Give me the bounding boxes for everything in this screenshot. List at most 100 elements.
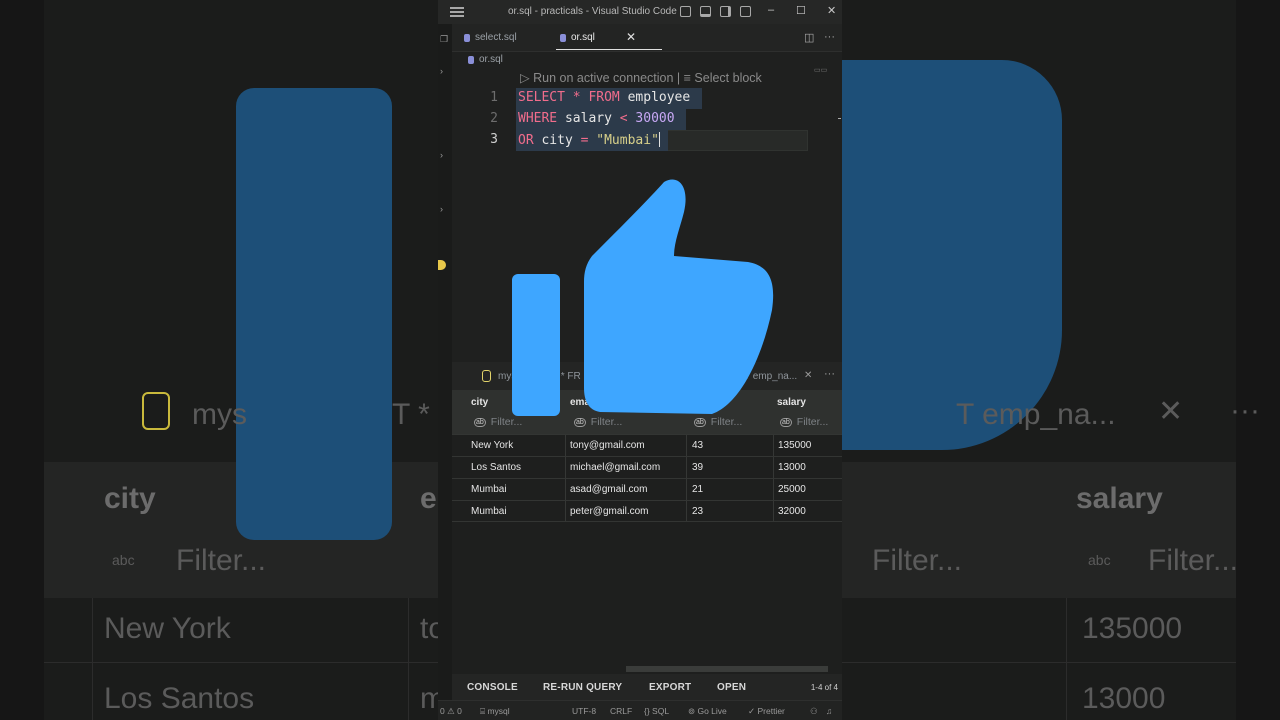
activity-icon[interactable]: › <box>440 66 446 76</box>
filter-salary[interactable]: ab Filter... <box>780 416 828 428</box>
bg-row1-city: New York <box>104 612 231 645</box>
breadcrumb[interactable]: or.sql <box>468 54 503 65</box>
text-type-icon: ab <box>574 417 586 427</box>
activity-icon[interactable]: › <box>440 204 446 214</box>
console-button[interactable]: CONSOLE <box>467 682 518 693</box>
cell-age: 43 <box>692 440 704 451</box>
editor-tabs: select.sql or.sql ✕ ◫ ··· <box>452 24 842 52</box>
bg-tab-left: mys <box>192 398 247 431</box>
table-row[interactable]: Mumbai asad@gmail.com 21 25000 <box>452 478 842 500</box>
cell-email: asad@gmail.com <box>570 484 648 495</box>
cell-city: Los Santos <box>471 462 522 473</box>
tab-label: select.sql <box>475 32 517 43</box>
table-row[interactable]: Mumbai peter@gmail.com 23 32000 <box>452 500 842 522</box>
cell-age: 39 <box>692 462 704 473</box>
window-title: or.sql - practicals - Visual Studio Code <box>508 6 677 17</box>
code-text: OR city = "Mumbai" <box>518 132 660 148</box>
close-results-icon[interactable]: ✕ <box>804 370 812 381</box>
line-number: 2 <box>490 111 498 126</box>
table-row[interactable]: New York tony@gmail.com 43 135000 <box>452 434 842 456</box>
activity-icon[interactable]: ❐ <box>440 34 448 45</box>
bg-filter-3: Filter... <box>1148 544 1239 577</box>
results-footer: CONSOLE RE-RUN QUERY EXPORT OPEN 1-4 of … <box>452 674 842 700</box>
rerun-query-button[interactable]: RE-RUN QUERY <box>543 682 622 693</box>
toggle-panel-icon[interactable] <box>700 6 711 17</box>
breadcrumb-label: or.sql <box>479 54 503 65</box>
cell-salary: 32000 <box>778 506 806 517</box>
close-tab-icon[interactable]: ✕ <box>626 30 636 44</box>
more-actions-icon[interactable]: ··· <box>824 368 835 380</box>
cell-email: tony@gmail.com <box>570 440 645 451</box>
bg-abc-icon-2: abc <box>1088 552 1111 568</box>
text-cursor <box>658 132 660 147</box>
toggle-sidebar-icon[interactable] <box>680 6 691 17</box>
notifications-bell-icon[interactable]: ♫ <box>826 706 832 716</box>
more-actions-icon[interactable]: ··· <box>824 31 835 43</box>
tab-select-sql[interactable]: select.sql <box>464 32 517 43</box>
bg-col-city: city <box>104 482 156 515</box>
open-button[interactable]: OPEN <box>717 682 746 693</box>
code-line: 1 SELECT * FROM employee <box>452 88 842 109</box>
text-type-icon: ab <box>780 417 792 427</box>
status-bar: 0 ⚠ 0 ⌸ mysql UTF-8 CRLF {} SQL ⊚ Go Liv… <box>438 700 842 720</box>
bg-filter: Filter... <box>176 544 267 577</box>
thumbs-up-icon <box>512 179 774 416</box>
column-header-city[interactable]: city <box>471 397 488 408</box>
line-number: 3 <box>490 132 498 147</box>
database-icon <box>468 55 474 64</box>
bg-row2-salary: 13000 <box>1082 682 1166 715</box>
cell-city: New York <box>471 440 514 451</box>
prettier-status[interactable]: ✓ Prettier <box>748 706 785 717</box>
bg-db-icon <box>142 392 170 430</box>
encoding-indicator[interactable]: UTF-8 <box>572 706 596 716</box>
hamburger-menu-icon[interactable] <box>450 7 464 17</box>
braces-icon: {} <box>644 706 653 716</box>
bg-more-icon: ··· <box>1230 394 1260 427</box>
table-row[interactable]: Los Santos michael@gmail.com 39 13000 <box>452 456 842 478</box>
horizontal-scrollbar[interactable] <box>626 666 828 672</box>
code-text: SELECT * FROM employee <box>518 90 691 105</box>
eol-indicator[interactable]: CRLF <box>610 706 632 716</box>
row-count: 1-4 of 4 <box>810 683 838 692</box>
language-mode[interactable]: {} SQL <box>644 706 669 716</box>
codelens-extra-icon: ▭▭ <box>814 67 828 74</box>
minimize-button[interactable]: – <box>768 4 774 16</box>
feedback-icon[interactable]: ⚇ <box>810 706 818 717</box>
cell-age: 23 <box>692 506 704 517</box>
problems-indicator[interactable]: 0 ⚠ 0 <box>440 706 462 717</box>
bg-close-icon: ✕ <box>1158 395 1184 428</box>
title-bar: or.sql - practicals - Visual Studio Code… <box>438 0 842 24</box>
cell-city: Mumbai <box>471 506 507 517</box>
cell-email: michael@gmail.com <box>570 462 661 473</box>
toggle-secondary-sidebar-icon[interactable] <box>720 6 731 17</box>
cell-city: Mumbai <box>471 484 507 495</box>
codelens-actions[interactable]: ▷ Run on active connection | ≡ Select bl… <box>520 70 762 85</box>
bg-sep-2 <box>408 598 409 720</box>
connection-status[interactable]: ⌸ mysql <box>480 706 510 717</box>
bg-abc-icon: abc <box>112 552 135 568</box>
code-line-current: 3 OR city = "Mumbai" <box>452 130 842 151</box>
bg-col-salary: salary <box>1076 482 1163 515</box>
activity-bar: ❐ › › › <box>438 24 452 700</box>
cell-salary: 135000 <box>778 440 812 451</box>
split-editor-icon[interactable]: ◫ <box>804 31 814 44</box>
database-icon <box>560 33 566 42</box>
line-number: 1 <box>490 90 498 105</box>
bg-col-e: e <box>420 482 437 515</box>
close-window-button[interactable]: ✕ <box>827 4 836 17</box>
code-line: 2 WHERE salary < 30000 <box>452 109 842 130</box>
bg-sep <box>92 598 93 720</box>
export-button[interactable]: EXPORT <box>649 682 691 693</box>
activity-icon[interactable]: › <box>440 150 446 160</box>
overview-ruler-mark <box>838 118 841 119</box>
thumb-cuff <box>512 274 560 416</box>
tab-or-sql[interactable]: or.sql <box>560 32 595 43</box>
bg-filter-2: Filter... <box>872 544 963 577</box>
column-header-salary[interactable]: salary <box>777 397 806 408</box>
maximize-button[interactable]: ☐ <box>796 4 806 17</box>
cell-salary: 13000 <box>778 462 806 473</box>
customize-layout-icon[interactable] <box>740 6 751 17</box>
notification-dot-icon <box>438 260 446 270</box>
cell-email: peter@gmail.com <box>570 506 649 517</box>
go-live-button[interactable]: ⊚ Go Live <box>688 706 727 717</box>
